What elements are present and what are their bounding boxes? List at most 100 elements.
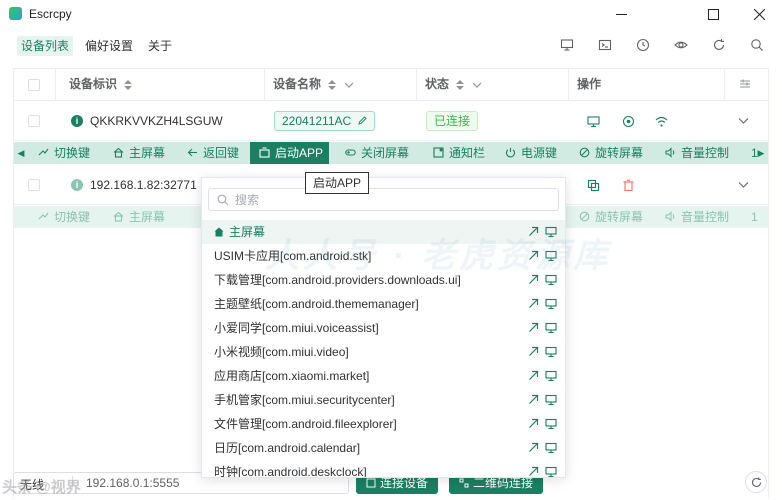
open-external-icon[interactable] — [528, 346, 539, 357]
clock-icon[interactable] — [636, 38, 650, 52]
row-checkbox[interactable] — [28, 115, 40, 127]
select-all-checkbox[interactable] — [28, 79, 40, 91]
mirror-screen-icon[interactable] — [545, 226, 557, 238]
menu-bar: 设备列表 偏好设置 关于 — [0, 30, 782, 60]
toolbar-volume[interactable]: 音量控制 — [665, 206, 729, 228]
sort-icon[interactable] — [328, 79, 337, 90]
info-icon[interactable]: i — [71, 179, 83, 191]
copy-icon[interactable] — [587, 179, 600, 192]
filter-chevron-down-icon[interactable] — [472, 80, 482, 90]
toolbar-switch-key-label: 切换键 — [54, 210, 91, 224]
open-external-icon[interactable] — [528, 298, 539, 309]
close-button[interactable] — [736, 0, 782, 28]
mirror-screen-icon[interactable] — [545, 370, 557, 382]
app-list-item[interactable]: 主屏幕 — [202, 220, 565, 244]
refresh-icon[interactable] — [712, 38, 726, 52]
app-list-item[interactable]: 小米视频[com.miui.video] — [202, 340, 565, 364]
toolbar-rotate[interactable]: 旋转屏幕 — [579, 142, 643, 164]
terminal-icon[interactable] — [598, 38, 612, 52]
toolbar-power[interactable]: 电源键 — [505, 142, 557, 164]
refresh-devices-button[interactable] — [745, 471, 767, 493]
app-search-input[interactable] — [235, 191, 550, 208]
cast-icon[interactable] — [560, 38, 574, 52]
device-name-tag[interactable]: 22041211AC — [274, 111, 375, 131]
app-list-item[interactable]: 时钟[com.android.deskclock] — [202, 460, 565, 478]
search-icon[interactable] — [750, 38, 764, 52]
open-external-icon[interactable] — [528, 250, 539, 261]
toolbar-volume[interactable]: 音量控制 — [665, 142, 729, 164]
record-icon[interactable] — [622, 115, 635, 128]
mirror-screen-icon[interactable] — [545, 466, 557, 478]
menu-device-list[interactable]: 设备列表 — [17, 36, 74, 56]
app-list-item[interactable]: 文件管理[com.android.fileexplorer] — [202, 412, 565, 436]
scroll-right-arrow-icon[interactable]: ▶ — [754, 142, 768, 164]
open-external-icon[interactable] — [528, 442, 539, 453]
mirror-screen-icon[interactable] — [545, 418, 557, 430]
app-search-box[interactable] — [208, 188, 559, 211]
toolbar-launch-app[interactable]: 启动APP — [250, 142, 330, 164]
expand-chevron-down-icon[interactable] — [738, 179, 749, 190]
open-external-icon[interactable] — [528, 394, 539, 405]
rotate-icon — [579, 147, 590, 158]
app-list-item[interactable]: 手机管家[com.miui.securitycenter] — [202, 388, 565, 412]
close-icon — [753, 8, 765, 20]
mirror-screen-icon[interactable] — [587, 115, 600, 128]
minimize-button[interactable] — [598, 0, 644, 28]
mirror-screen-icon[interactable] — [545, 250, 557, 262]
open-external-icon[interactable] — [528, 466, 539, 477]
row-checkbox[interactable] — [28, 179, 40, 191]
mirror-screen-icon[interactable] — [545, 274, 557, 286]
scroll-left-arrow-icon[interactable]: ◀ — [14, 142, 28, 164]
toolbar-rotate[interactable]: 旋转屏幕 — [579, 206, 643, 228]
app-list-item[interactable]: 主题壁纸[com.android.thememanager] — [202, 292, 565, 316]
header-device-id[interactable]: 设备标识 — [69, 69, 133, 100]
edit-icon[interactable] — [357, 116, 367, 125]
delete-icon[interactable] — [622, 179, 635, 192]
app-list-item[interactable]: USIM卡应用[com.android.stk] — [202, 244, 565, 268]
app-list-item[interactable]: 日历[com.android.calendar] — [202, 436, 565, 460]
column-settings-icon[interactable] — [739, 78, 751, 90]
open-external-icon[interactable] — [528, 322, 539, 333]
app-list-item[interactable]: 下载管理[com.android.providers.downloads.ui] — [202, 268, 565, 292]
toolbar-screen-off[interactable]: 关闭屏幕 — [345, 142, 409, 164]
info-icon[interactable]: i — [71, 115, 83, 127]
app-list-item[interactable]: 小爱同学[com.miui.voiceassist] — [202, 316, 565, 340]
wifi-icon[interactable] — [655, 115, 668, 128]
mirror-screen-icon[interactable] — [545, 322, 557, 334]
mirror-screen-icon[interactable] — [545, 394, 557, 406]
toolbar-switch-key[interactable]: 切换键 — [38, 206, 90, 228]
mirror-screen-icon[interactable] — [545, 442, 557, 454]
app-name-label: 文件管理[com.android.fileexplorer] — [214, 417, 397, 431]
header-status[interactable]: 状态 — [425, 69, 482, 100]
toolbar-volume-label: 音量控制 — [681, 210, 730, 224]
toolbar-home[interactable]: 主屏幕 — [113, 142, 165, 164]
maximize-button[interactable] — [690, 0, 736, 28]
app-name: 主题壁纸[com.android.thememanager] — [214, 292, 419, 316]
toolbar-back-label: 返回键 — [203, 146, 240, 160]
app-name: 文件管理[com.android.fileexplorer] — [214, 412, 397, 436]
open-external-icon[interactable] — [528, 370, 539, 381]
sort-icon[interactable] — [456, 79, 465, 90]
sort-icon[interactable] — [124, 79, 133, 90]
eye-icon[interactable] — [674, 38, 688, 52]
expand-chevron-down-icon[interactable] — [738, 115, 749, 126]
mirror-screen-icon[interactable] — [545, 298, 557, 310]
open-external-icon[interactable] — [528, 274, 539, 285]
filter-chevron-down-icon[interactable] — [344, 80, 354, 90]
toolbar-back[interactable]: 返回键 — [187, 142, 239, 164]
toolbar-notification[interactable]: 通知栏 — [433, 142, 485, 164]
toolbar-home-label: 主屏幕 — [129, 146, 166, 160]
header-device-name[interactable]: 设备名称 — [273, 69, 354, 100]
app-name: 手机管家[com.miui.securitycenter] — [214, 388, 395, 412]
toolbar-switch-key[interactable]: 切换键 — [38, 142, 90, 164]
toolbar-rotate-label: 旋转屏幕 — [595, 146, 644, 160]
open-external-icon[interactable] — [528, 226, 539, 237]
mirror-screen-icon[interactable] — [545, 346, 557, 358]
toolbar-volume-label: 音量控制 — [681, 146, 730, 160]
volume-icon — [665, 211, 675, 222]
toolbar-home[interactable]: 主屏幕 — [113, 206, 165, 228]
menu-preferences[interactable]: 偏好设置 — [81, 36, 137, 56]
app-list-item[interactable]: 应用商店[com.xiaomi.market] — [202, 364, 565, 388]
open-external-icon[interactable] — [528, 418, 539, 429]
menu-about[interactable]: 关于 — [144, 36, 176, 56]
